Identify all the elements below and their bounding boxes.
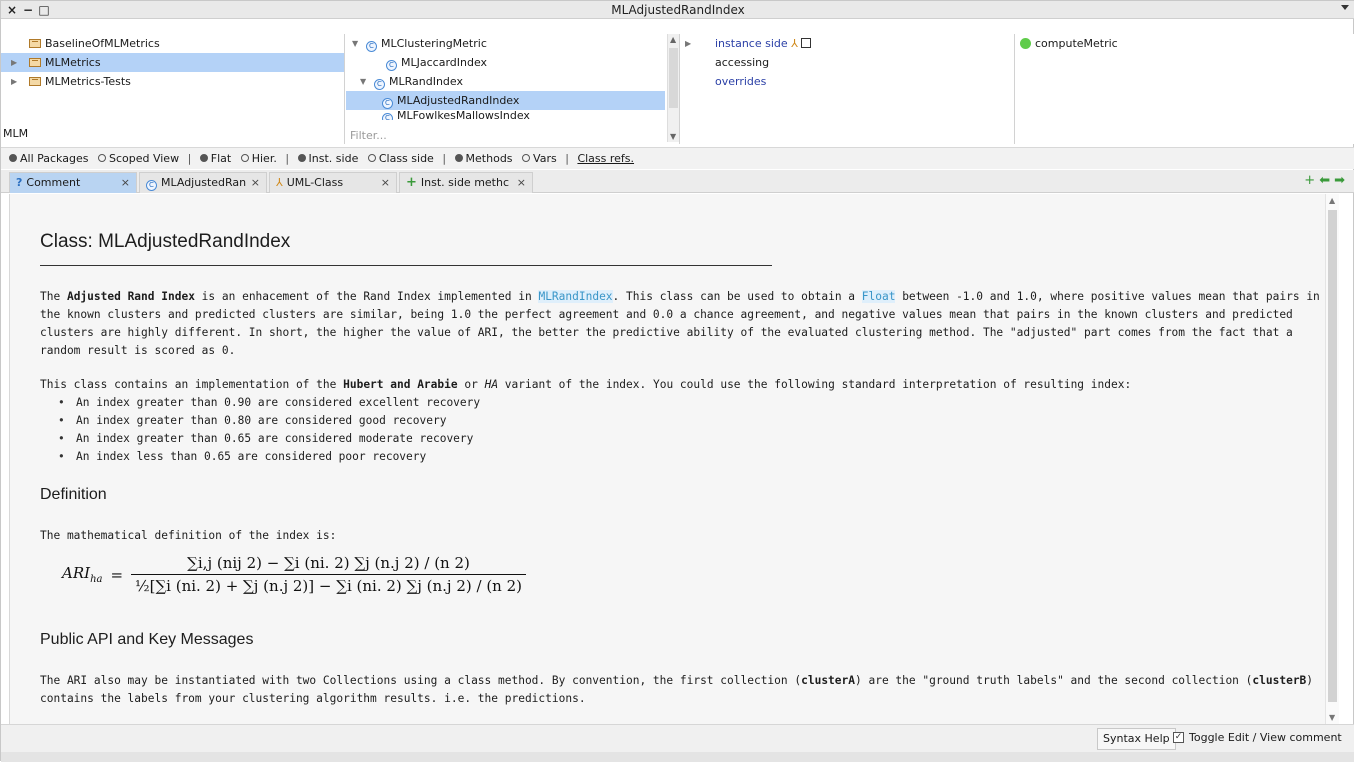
mlrandindex-link[interactable]: MLRandIndex — [538, 290, 613, 303]
collapse-arrow-icon[interactable]: ▼ — [352, 34, 358, 53]
formula-denominator: ½[∑i (ni. 2) + ∑j (n.j 2)] − ∑i (ni. 2) … — [131, 574, 527, 595]
interpretation-list: An index greater than 0.90 are considere… — [58, 394, 480, 466]
definition-heading: Definition — [40, 486, 107, 503]
scrollbar-thumb[interactable] — [1328, 210, 1337, 702]
inst-side-radio[interactable] — [297, 154, 306, 162]
scoped-view-radio[interactable] — [97, 154, 106, 162]
options-bar: All Packages Scoped View | Flat Hier. | … — [1, 147, 1354, 169]
formula-lhs: ARIha — [62, 564, 103, 585]
list-item: An index less than 0.65 are considered p… — [58, 448, 480, 466]
class-icon: C — [366, 41, 377, 52]
tab-uml-class[interactable]: ⅄ UML-Class × — [269, 172, 397, 193]
method-item[interactable]: computeMetric — [1016, 34, 1354, 53]
browser-window: × − □ MLAdjustedRandIndex BaselineOfMLMe… — [0, 0, 1354, 762]
doc-paragraph-api: The ARI also may be instantiated with tw… — [40, 674, 1314, 705]
scroll-up-icon[interactable]: ▲ — [1329, 196, 1335, 205]
close-tab-icon[interactable]: × — [121, 173, 130, 193]
doc-title: Class: MLAdjustedRandIndex — [40, 231, 291, 252]
editor-tabs: ? Comment × C MLAdjustedRan × ⅄ UML-Class ×… — [1, 170, 1354, 193]
tab-actions: +⬅➡ — [1304, 173, 1349, 188]
tab-class-definition[interactable]: C MLAdjustedRan × — [139, 172, 267, 193]
protocol-item[interactable]: overrides — [681, 72, 1014, 91]
title-divider — [40, 265, 772, 266]
comment-toolbar: Syntax Help ✓ Toggle Edit / View comment — [1, 724, 1354, 752]
method-pane: computeMetric — [1016, 34, 1354, 144]
scroll-down-icon[interactable]: ▼ — [1329, 713, 1335, 722]
doc-paragraph-intro: The Adjusted Rand Index is an enhacement… — [40, 290, 1320, 357]
package-icon — [29, 39, 41, 48]
formula-numerator: ∑i,j (nij 2) − ∑i (ni. 2) ∑j (n.j 2) / (… — [187, 554, 470, 572]
collapse-arrow-icon[interactable]: ▼ — [360, 72, 366, 91]
add-tab-icon[interactable]: + — [1304, 173, 1319, 188]
package-filter-input[interactable]: MLM — [3, 127, 28, 140]
add-icon: + — [406, 175, 417, 190]
list-item: An index greater than 0.65 are considere… — [58, 430, 480, 448]
protocol-item[interactable]: accessing — [681, 53, 1014, 72]
formula-fraction: ∑i,j (nij 2) − ∑i (ni. 2) ∑j (n.j 2) / (… — [131, 554, 527, 595]
close-tab-icon[interactable]: × — [517, 173, 526, 193]
comment-scrollbar[interactable]: ▲ ▼ — [1325, 194, 1339, 724]
class-pane-scrollbar[interactable]: ▲ ▼ — [667, 34, 679, 142]
package-icon — [29, 58, 41, 67]
help-icon: ? — [16, 176, 23, 189]
uml-person-icon: ⅄ — [791, 37, 798, 50]
class-item[interactable]: ▼ C MLRandIndex — [346, 72, 679, 91]
uml-person-icon: ⅄ — [276, 176, 283, 189]
expand-arrow-icon[interactable]: ▶ — [685, 34, 691, 53]
package-item[interactable]: ▶ MLMetrics-Tests — [1, 72, 344, 91]
comment-view[interactable]: Class: MLAdjustedRandIndex The Adjusted … — [9, 194, 1339, 724]
green-status-icon — [1020, 38, 1031, 49]
class-icon: C — [386, 60, 397, 71]
class-refs-link[interactable]: Class refs. — [577, 152, 634, 165]
checkbox-icon[interactable] — [801, 38, 812, 48]
list-item: An index greater than 0.80 are considere… — [58, 412, 480, 430]
window-menu-icon[interactable] — [1341, 5, 1349, 10]
package-pane: BaselineOfMLMetrics ▶ MLMetrics ▶ MLMetr… — [1, 34, 345, 144]
doc-paragraph-variant: This class contains an implementation of… — [40, 378, 1132, 391]
class-side-radio[interactable] — [367, 154, 376, 162]
list-item: An index greater than 0.90 are considere… — [58, 394, 480, 412]
package-item-selected[interactable]: ▶ MLMetrics — [1, 53, 344, 72]
class-item-selected[interactable]: C MLAdjustedRandIndex — [346, 91, 665, 110]
ari-formula: ARIha = ∑i,j (nij 2) − ∑i (ni. 2) ∑j (n.… — [62, 554, 527, 595]
package-icon — [29, 77, 41, 86]
class-icon: C — [382, 113, 393, 120]
class-icon: C — [374, 79, 385, 90]
expand-arrow-icon[interactable]: ▶ — [11, 72, 17, 91]
expand-arrow-icon[interactable]: ▶ — [11, 53, 17, 72]
class-filter-input[interactable]: Filter... — [350, 129, 387, 142]
tab-comment[interactable]: ? Comment × — [9, 172, 137, 193]
protocol-pane: ▶ instance side ⅄ accessing overrides — [681, 34, 1015, 144]
class-pane: ▼ C MLClusteringMetric C MLJaccardIndex ▼ … — [346, 34, 680, 144]
tab-inst-side-method[interactable]: + Inst. side methc × — [399, 172, 533, 193]
class-item[interactable]: C MLFowlkesMallowsIndex — [346, 110, 679, 120]
close-tab-icon[interactable]: × — [251, 173, 260, 193]
class-icon: C — [382, 98, 393, 109]
window-title: MLAdjustedRandIndex — [611, 3, 745, 17]
float-link[interactable]: Float — [861, 290, 896, 303]
class-icon: C — [146, 180, 157, 191]
class-item[interactable]: C MLJaccardIndex — [346, 53, 679, 72]
hier-radio[interactable] — [240, 154, 249, 162]
class-item[interactable]: ▼ C MLClusteringMetric — [346, 34, 679, 53]
toggle-edit-checkbox[interactable]: ✓ — [1173, 732, 1184, 743]
scroll-up-icon[interactable]: ▲ — [670, 35, 676, 44]
doc-paragraph-definition: The mathematical definition of the index… — [40, 529, 337, 542]
protocol-item[interactable]: ▶ instance side ⅄ — [681, 34, 1014, 53]
package-item[interactable]: BaselineOfMLMetrics — [1, 34, 344, 53]
title-bar: × − □ MLAdjustedRandIndex — [1, 1, 1354, 19]
toggle-edit-label[interactable]: Toggle Edit / View comment — [1189, 731, 1342, 744]
scrollbar-thumb[interactable] — [669, 48, 678, 108]
scroll-down-icon[interactable]: ▼ — [670, 132, 676, 141]
back-arrow-icon[interactable]: ⬅ — [1319, 173, 1334, 188]
syntax-help-button[interactable]: Syntax Help — [1097, 728, 1176, 750]
comment-document: Class: MLAdjustedRandIndex The Adjusted … — [30, 194, 1330, 724]
public-api-heading: Public API and Key Messages — [40, 631, 254, 648]
all-packages-radio[interactable] — [9, 154, 17, 162]
close-tab-icon[interactable]: × — [381, 173, 390, 193]
flat-radio[interactable] — [199, 154, 208, 162]
forward-arrow-icon[interactable]: ➡ — [1334, 173, 1349, 188]
methods-radio[interactable] — [454, 154, 463, 162]
vars-radio[interactable] — [522, 154, 531, 162]
